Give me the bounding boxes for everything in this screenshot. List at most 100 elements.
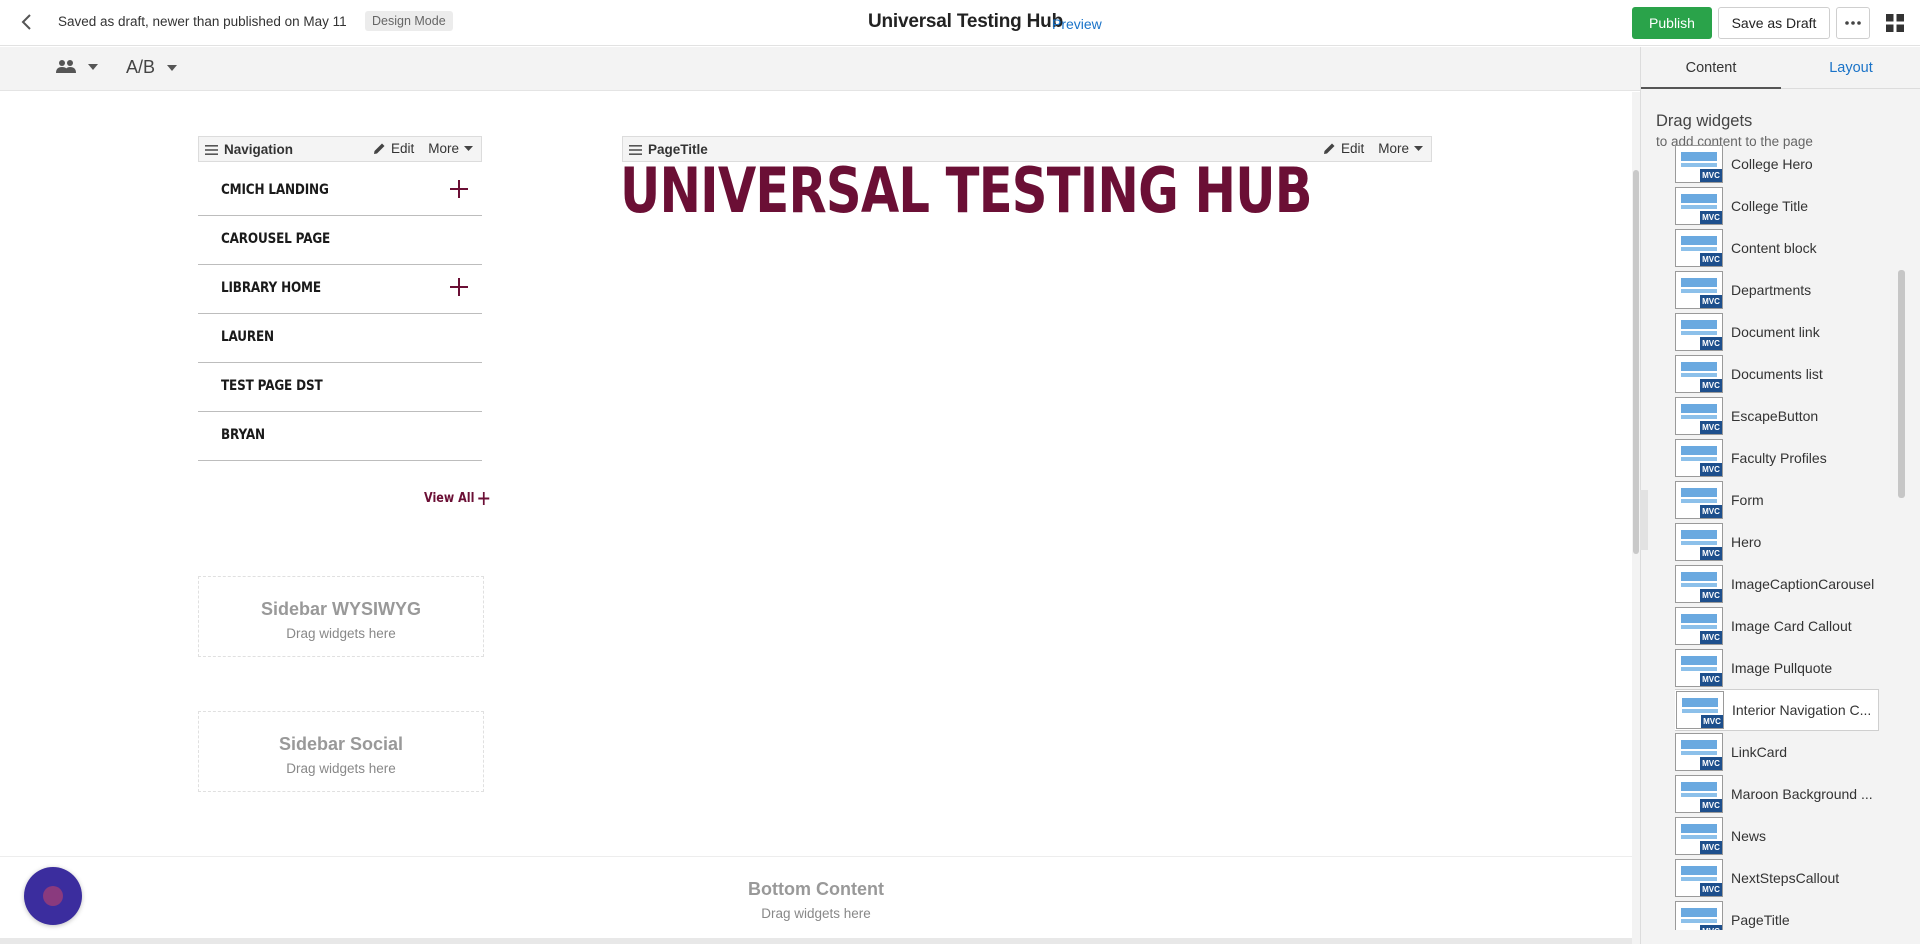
widget-list-item[interactable]: MVC Maroon Background ... — [1675, 773, 1879, 815]
mvc-badge: MVC — [1700, 757, 1722, 770]
mvc-badge: MVC — [1700, 589, 1722, 602]
widget-list-item[interactable]: MVC Image Card Callout — [1675, 605, 1879, 647]
nav-item-label[interactable]: BRYAN — [221, 427, 265, 443]
bottom-content-zone[interactable]: Bottom Content Drag widgets here — [0, 856, 1632, 936]
widget-list-item[interactable]: MVC ImageCaptionCarousel — [1675, 563, 1879, 605]
canvas-scrollbar[interactable] — [1632, 92, 1640, 944]
more-menu-button[interactable]: More — [1378, 141, 1423, 156]
mvc-badge: MVC — [1700, 841, 1722, 854]
widget-thumbnail-icon: MVC — [1675, 313, 1723, 351]
mvc-badge: MVC — [1700, 505, 1722, 518]
widget-name: LinkCard — [1731, 744, 1788, 760]
widget-thumbnail-icon: MVC — [1675, 733, 1723, 771]
widget-name: ImageCaptionCarousel — [1731, 576, 1875, 592]
plus-icon[interactable] — [450, 180, 468, 198]
widgets-panel: Content Layout Drag widgets to add conte… — [1640, 47, 1920, 944]
drag-handle-icon[interactable] — [205, 144, 218, 155]
widget-list-item[interactable]: MVC Form — [1675, 479, 1879, 521]
zone-title: Bottom Content — [748, 879, 884, 899]
widget-list-item[interactable]: MVC Departments — [1675, 269, 1879, 311]
mvc-badge: MVC — [1700, 463, 1722, 476]
horizontal-scrollbar[interactable] — [0, 938, 1632, 944]
nav-item[interactable]: LIBRARY HOME — [198, 265, 482, 314]
sidebar-social-zone[interactable]: Sidebar Social Drag widgets here — [198, 711, 484, 792]
widget-list-item[interactable]: MVC Hero — [1675, 521, 1879, 563]
ab-test-selector[interactable]: A/B — [126, 57, 178, 78]
back-arrow-icon[interactable] — [14, 10, 38, 34]
pencil-icon — [1323, 143, 1335, 154]
page-heading: UNIVERSAL TESTING HUB — [620, 154, 1312, 227]
assistant-dot-icon — [43, 886, 63, 906]
design-mode-badge: Design Mode — [365, 11, 453, 31]
view-all-link[interactable]: View All — [424, 491, 490, 506]
widget-list-item[interactable]: MVC Documents list — [1675, 353, 1879, 395]
widget-list-item[interactable]: MVC NextStepsCallout — [1675, 857, 1879, 899]
edit-button[interactable]: Edit — [1323, 141, 1364, 156]
nav-item-label[interactable]: TEST PAGE DST — [221, 378, 323, 394]
widget-thumbnail-icon: MVC — [1675, 481, 1723, 519]
preview-link[interactable]: Preview — [1052, 16, 1102, 32]
zone-hint: Drag widgets here — [761, 906, 871, 921]
nav-item-label[interactable]: CMICH LANDING — [221, 182, 329, 198]
widget-list-item[interactable]: MVC College Hero — [1675, 143, 1879, 185]
widget-list-item[interactable]: MVC College Title — [1675, 185, 1879, 227]
more-menu-button[interactable]: More — [428, 141, 473, 156]
publish-button[interactable]: Publish — [1632, 7, 1712, 39]
nav-item[interactable]: TEST PAGE DST — [198, 363, 482, 412]
widget-thumbnail-icon: MVC — [1675, 607, 1723, 645]
tab-content[interactable]: Content — [1641, 47, 1781, 89]
tab-layout[interactable]: Layout — [1781, 47, 1920, 89]
mvc-badge: MVC — [1700, 799, 1722, 812]
nav-item-label[interactable]: LIBRARY HOME — [221, 280, 321, 296]
drag-handle-icon[interactable] — [629, 144, 642, 155]
nav-item[interactable]: CAROUSEL PAGE — [198, 216, 482, 265]
save-status: Saved as draft, newer than published on … — [58, 14, 347, 29]
mvc-badge: MVC — [1700, 211, 1722, 224]
edit-button[interactable]: Edit — [373, 141, 414, 156]
widget-list-item[interactable]: MVC Image Pullquote — [1675, 647, 1879, 689]
more-actions-button[interactable] — [1836, 7, 1870, 39]
widget-list-item[interactable]: MVC Faculty Profiles — [1675, 437, 1879, 479]
floating-assistant-button[interactable] — [24, 867, 82, 925]
zone-title: Sidebar WYSIWYG — [260, 599, 422, 619]
grid-icon[interactable] — [1884, 12, 1906, 34]
sidebar-wysiwyg-zone[interactable]: Sidebar WYSIWYG Drag widgets here — [198, 576, 484, 657]
widget-list-item[interactable]: MVC PageTitle — [1675, 899, 1879, 930]
widget-list-item[interactable]: MVC Content block — [1675, 227, 1879, 269]
navigation-widget-header[interactable]: Navigation Edit More — [198, 136, 482, 162]
widget-name: News — [1731, 828, 1767, 844]
panel-collapse-handle[interactable] — [1640, 490, 1648, 550]
ab-label: A/B — [126, 57, 156, 77]
widget-label: Navigation — [224, 142, 294, 157]
more-label: More — [1378, 141, 1409, 156]
widget-list-item[interactable]: MVC LinkCard — [1675, 731, 1879, 773]
widget-list-item[interactable]: MVC Document link — [1675, 311, 1879, 353]
top-bar: Saved as draft, newer than published on … — [0, 0, 1920, 46]
drag-widgets-title: Drag widgets — [1656, 112, 1753, 130]
widget-list-item[interactable]: MVC Interior Navigation C... — [1675, 689, 1879, 731]
plus-icon[interactable] — [450, 278, 468, 296]
panel-scrollbar[interactable] — [1898, 270, 1905, 498]
widget-thumbnail-icon: MVC — [1675, 649, 1723, 687]
nav-item[interactable]: CMICH LANDING — [198, 167, 482, 216]
zone-hint: Drag widgets here — [286, 626, 396, 641]
mvc-badge: MVC — [1700, 379, 1722, 392]
nav-item[interactable]: LAUREN — [198, 314, 482, 363]
persona-selector[interactable] — [56, 59, 98, 74]
mvc-badge: MVC — [1700, 631, 1722, 644]
widget-list-item[interactable]: MVC News — [1675, 815, 1879, 857]
widget-list-item[interactable]: MVC EscapeButton — [1675, 395, 1879, 437]
widget-name: Form — [1731, 492, 1764, 508]
widget-name: Faculty Profiles — [1731, 450, 1827, 466]
navigation-list: CMICH LANDING CAROUSEL PAGE LIBRARY HOME… — [198, 167, 482, 461]
widget-name: Content block — [1731, 240, 1817, 256]
nav-item-label[interactable]: LAUREN — [221, 329, 274, 345]
save-as-draft-button[interactable]: Save as Draft — [1718, 7, 1830, 39]
nav-item[interactable]: BRYAN — [198, 412, 482, 461]
mvc-badge: MVC — [1701, 715, 1723, 728]
scrollbar-thumb[interactable] — [1633, 170, 1639, 554]
widget-thumbnail-icon: MVC — [1675, 439, 1723, 477]
widget-thumbnail-icon: MVC — [1675, 229, 1723, 267]
nav-item-label[interactable]: CAROUSEL PAGE — [221, 231, 330, 247]
edit-label: Edit — [390, 141, 415, 156]
